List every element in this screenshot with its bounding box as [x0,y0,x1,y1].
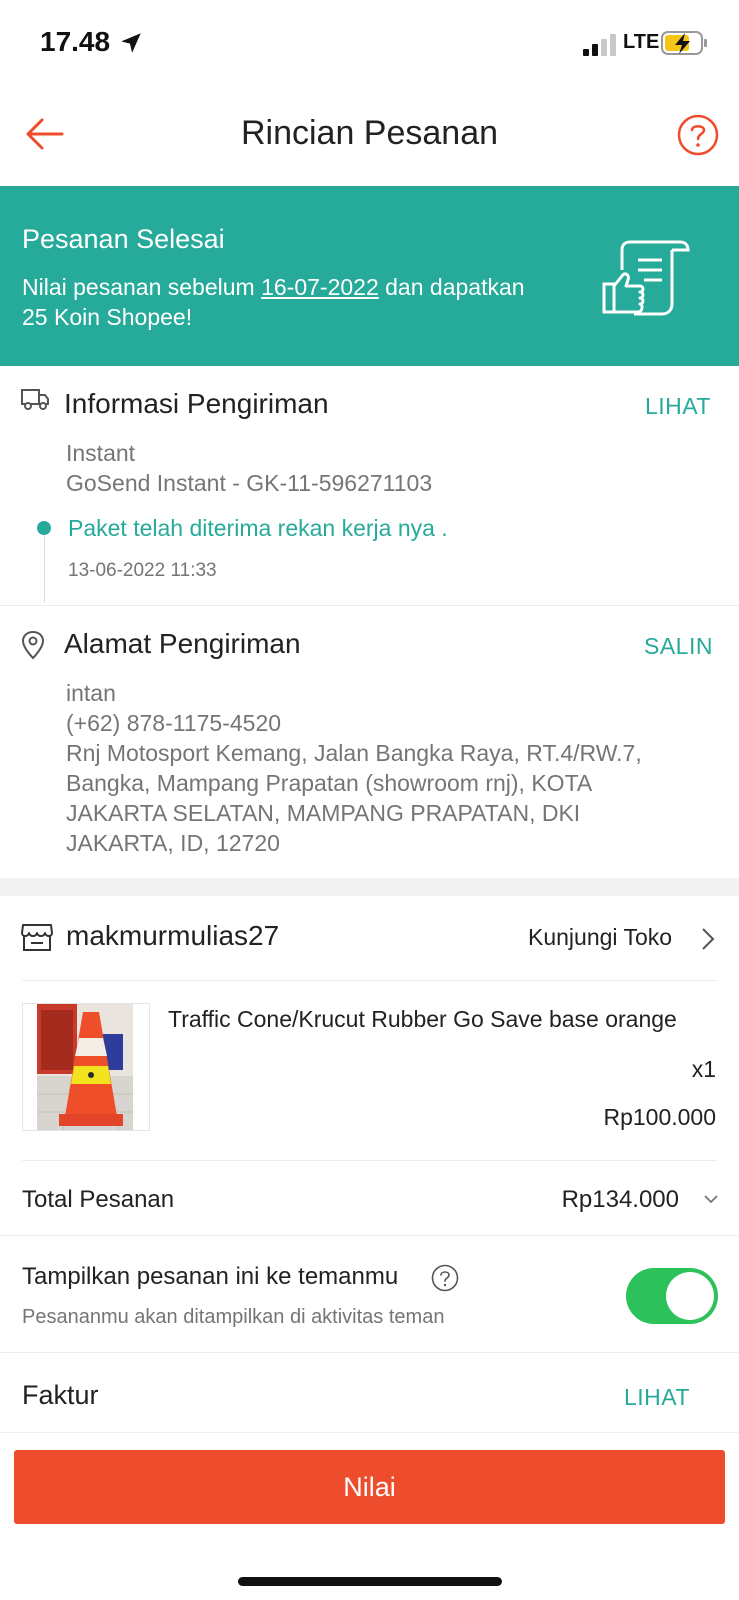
invoice-label: Faktur [22,1380,99,1410]
share-order-subtitle: Pesananmu akan ditampilkan di aktivitas … [22,1306,445,1328]
status-time: 17.48 [40,26,111,57]
signal-icon [583,34,616,56]
receipt-thumbs-up-icon [602,240,690,316]
chevron-down-icon[interactable] [702,1192,720,1206]
recipient-name: intan [66,680,116,706]
location-pin-icon [21,630,45,660]
product-name[interactable]: Traffic Cone/Krucut Rubber Go Save base … [168,1006,718,1033]
visit-shop-button[interactable]: Kunjungi Toko [528,924,672,951]
address-line: JAKARTA SELATAN, MAMPANG PRAPATAN, DKI [66,800,581,826]
address-line: JAKARTA, ID, 12720 [66,830,280,856]
store-icon [21,924,53,951]
banner-text: Nilai pesanan sebelum 16-07-2022 dan dap… [22,272,542,332]
address-line: Rnj Motosport Kemang, Jalan Bangka Raya,… [66,740,642,766]
traffic-cone-icon [37,1004,133,1130]
divider [22,980,717,981]
toggle-knob [666,1272,714,1320]
banner-date: 16-07-2022 [261,274,379,300]
header: Rincian Pesanan [0,90,739,186]
shipping-timestamp: 13-06-2022 11:33 [68,560,217,581]
status-bar: 17.48 LTE [0,0,739,90]
truck-icon [21,389,49,410]
shipping-service: Instant [66,440,136,466]
address-block: intan (+62) 878-1175-4520 Rnj Motosport … [66,678,716,858]
shipping-info-title: Informasi Pengiriman [64,388,329,419]
recipient-phone: (+62) 878-1175-4520 [66,710,282,736]
total-order-value[interactable]: Rp134.000 [562,1186,679,1214]
network-label: LTE [623,31,660,53]
divider [22,1160,717,1161]
chevron-right-icon[interactable] [700,926,716,952]
shipping-view-button[interactable]: LIHAT [645,393,711,420]
address-title: Alamat Pengiriman [64,628,301,659]
address-line: Bangka, Mampang Prapatan (showroom rnj),… [66,770,593,796]
status-dot [37,521,51,535]
invoice-view-button[interactable]: LIHAT [624,1384,690,1411]
product-quantity: x1 [691,1056,716,1082]
banner-text-before: Nilai pesanan sebelum [22,274,262,300]
timeline-line [44,535,45,603]
question-circle-icon[interactable] [431,1264,459,1292]
share-order-label: Tampilkan pesanan ini ke temanmu [22,1263,399,1290]
product-image[interactable] [22,1003,150,1131]
banner-title: Pesanan Selesai [22,224,225,254]
divider [0,1352,739,1353]
copy-address-button[interactable]: SALIN [644,633,713,660]
home-indicator[interactable] [238,1577,502,1586]
location-arrow-icon [121,33,141,53]
order-complete-banner: Pesanan Selesai Nilai pesanan sebelum 16… [0,186,739,366]
product-price: Rp100.000 [603,1104,716,1130]
total-order-label[interactable]: Total Pesanan [22,1186,174,1214]
shipping-status: Paket telah diterima rekan kerja nya . [68,515,448,541]
divider [0,1235,739,1236]
section-separator [0,878,739,896]
shipping-courier: GoSend Instant - GK-11-596271103 [66,470,433,496]
question-circle-icon[interactable] [677,114,719,156]
shop-name[interactable]: makmurmulias27 [66,920,279,952]
share-order-toggle[interactable] [626,1268,718,1324]
battery-charging-icon [661,31,707,55]
rate-button[interactable]: Nilai [14,1450,725,1524]
page-title: Rincian Pesanan [240,114,499,152]
divider [0,605,739,606]
